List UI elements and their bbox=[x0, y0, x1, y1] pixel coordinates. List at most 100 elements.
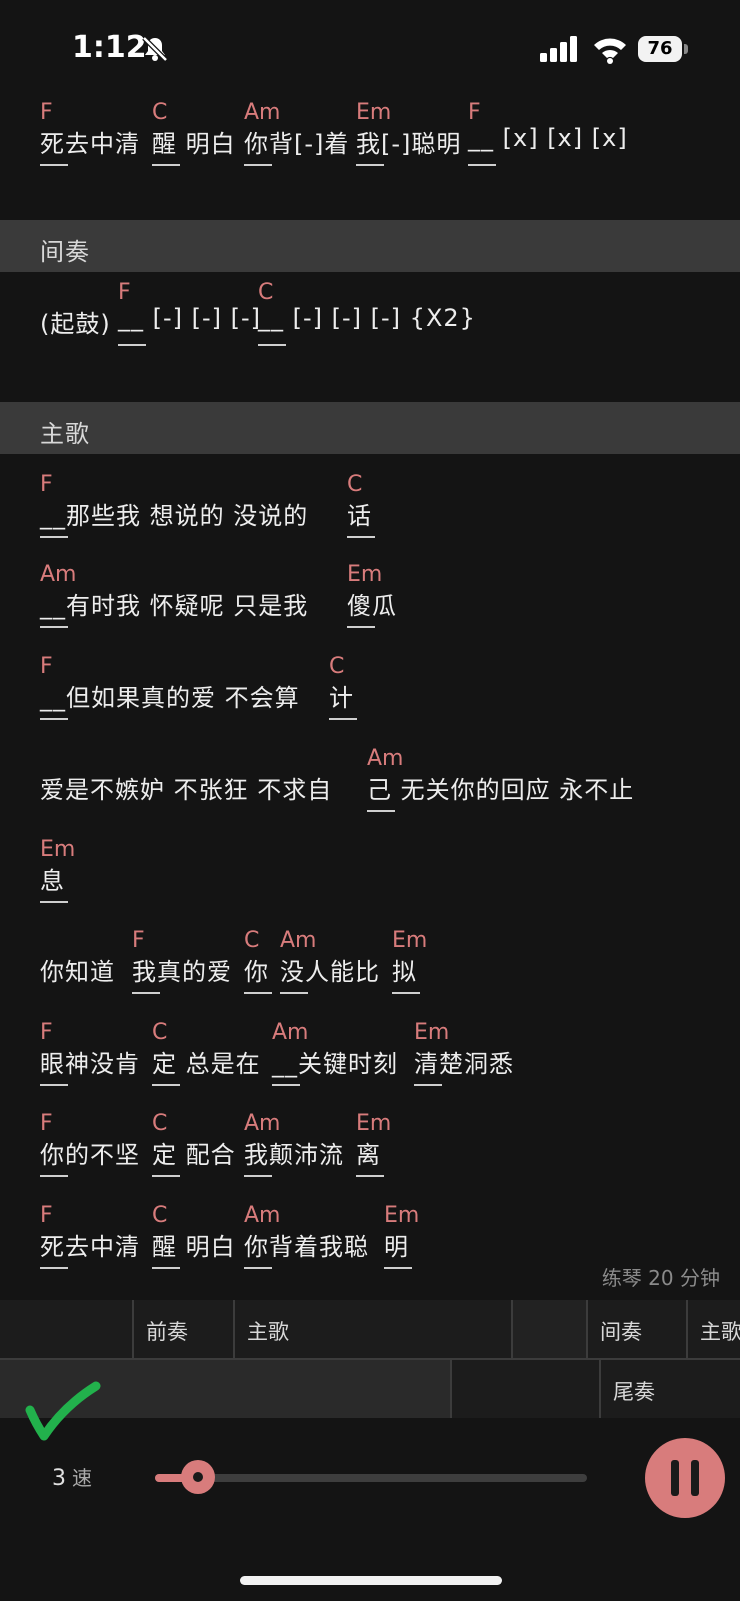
lyric-text: 死去中清 bbox=[40, 130, 140, 158]
lyric-text: __有时我 怀疑呢 只是我 bbox=[40, 592, 309, 620]
timeline-cell[interactable] bbox=[513, 1300, 588, 1358]
section-timeline[interactable]: 前奏 主歌 间奏 主歌 尾奏 bbox=[0, 1300, 740, 1418]
lyric-text: 死去中清 bbox=[40, 1233, 140, 1261]
practice-timer-label: 练琴 20 分钟 bbox=[601, 1266, 720, 1290]
chord-label: F bbox=[40, 100, 53, 125]
lyric-text: 你的不坚 bbox=[40, 1141, 140, 1169]
timeline-cell[interactable] bbox=[452, 1360, 601, 1418]
lyric-line[interactable]: (起鼓) F __ [-] [-] [-] C __ [-] [-] [-] {X2} bbox=[40, 280, 730, 350]
chord-position-underline bbox=[414, 1084, 442, 1086]
chord-position-underline bbox=[152, 1084, 180, 1086]
lyric-line[interactable]: F 眼神没肯 C 定 总是在 Am __关键时刻 Em 清楚洞悉 bbox=[40, 1020, 730, 1090]
section-header[interactable]: 主歌 bbox=[0, 402, 740, 454]
chord-label: Am bbox=[272, 1020, 309, 1045]
lyric-text: 眼神没肯 bbox=[40, 1050, 140, 1078]
chord-label: Am bbox=[244, 100, 281, 125]
chord-position-underline bbox=[356, 164, 384, 166]
chord-label: Am bbox=[367, 746, 404, 771]
checkmark-icon bbox=[25, 1381, 101, 1441]
wifi-icon bbox=[594, 38, 626, 64]
lyric-text: (起鼓) bbox=[40, 310, 111, 338]
lyric-line[interactable]: 你知道 F 我真的爱 C 你 Am 没人能比 Em 拟 bbox=[40, 928, 730, 998]
chord-position-underline bbox=[40, 1175, 68, 1177]
chord-sheet[interactable]: F 死去中清 C 醒 明白 Am 你背[-]着 Em 我[-]聪明 F __ [x] [x] [x… bbox=[0, 100, 740, 1300]
lyric-text: 醒 明白 bbox=[152, 1233, 236, 1261]
speed-slider-track[interactable] bbox=[155, 1474, 587, 1482]
timeline-cell-verse[interactable]: 主歌 bbox=[688, 1300, 740, 1358]
lyric-text: 我真的爱 bbox=[132, 958, 232, 986]
lyric-text: 我颠沛流 bbox=[244, 1141, 344, 1169]
playback-controls bbox=[0, 1420, 740, 1601]
lyric-text: 你知道 bbox=[40, 958, 115, 986]
lyric-line[interactable]: F 死去中清 C 醒 明白 Am 你背[-]着 Em 我[-]聪明 F __ [x] [x] [x… bbox=[40, 100, 730, 170]
chord-label: Am bbox=[40, 562, 77, 587]
chord-position-underline bbox=[132, 992, 160, 994]
chord-label: C bbox=[258, 280, 274, 305]
lyric-text: __但如果真的爱 不会算 bbox=[40, 684, 300, 712]
lyric-text: 话 bbox=[347, 502, 372, 530]
timeline-cell[interactable] bbox=[0, 1300, 134, 1358]
battery-tip bbox=[684, 44, 688, 54]
speed-indicator: 3速 bbox=[52, 1462, 92, 1491]
chord-label: Em bbox=[347, 562, 383, 587]
chord-label: C bbox=[152, 1111, 168, 1136]
chord-label: C bbox=[244, 928, 260, 953]
chord-position-underline bbox=[280, 992, 308, 994]
pause-icon bbox=[671, 1460, 679, 1496]
lyric-text: 我[-]聪明 bbox=[356, 130, 462, 158]
lyric-text: 你背着我聪 bbox=[244, 1233, 369, 1261]
chord-label: F bbox=[40, 1020, 53, 1045]
chord-label: C bbox=[329, 654, 345, 679]
chord-position-underline bbox=[152, 164, 180, 166]
chord-position-underline bbox=[347, 536, 375, 538]
lyric-text: 己 无关你的回应 永不止 bbox=[367, 776, 635, 804]
speed-slider-handle[interactable] bbox=[181, 1460, 216, 1494]
chord-position-underline bbox=[347, 626, 375, 628]
lyric-text: 息 bbox=[40, 867, 65, 895]
chord-label: F bbox=[118, 280, 131, 305]
chord-label: Am bbox=[244, 1111, 281, 1136]
lyric-line[interactable]: F __那些我 想说的 没说的 C话 bbox=[40, 472, 730, 542]
lyric-text: 你背[-]着 bbox=[244, 130, 350, 158]
chord-position-underline bbox=[272, 1084, 300, 1086]
lyric-text: 你 bbox=[244, 958, 269, 986]
pause-button[interactable] bbox=[645, 1438, 725, 1518]
chord-position-underline bbox=[118, 344, 146, 346]
chord-position-underline bbox=[367, 810, 395, 812]
lyric-text: 定 总是在 bbox=[152, 1050, 261, 1078]
lyric-text: 清楚洞悉 bbox=[414, 1050, 514, 1078]
lyric-text: 离 bbox=[356, 1141, 381, 1169]
home-indicator[interactable] bbox=[240, 1576, 502, 1585]
battery-level: 76 bbox=[638, 36, 682, 62]
timeline-cell-verse[interactable]: 主歌 bbox=[235, 1300, 513, 1358]
chord-position-underline bbox=[392, 992, 420, 994]
lyric-line[interactable]: Am __有时我 怀疑呢 只是我 Em 傻瓜 bbox=[40, 562, 730, 632]
timeline-cell-outro[interactable]: 尾奏 bbox=[601, 1360, 740, 1418]
status-bar: 1:12 76 bbox=[0, 0, 740, 100]
chord-label: C bbox=[152, 1020, 168, 1045]
chord-label: Em bbox=[414, 1020, 450, 1045]
chord-position-underline bbox=[244, 992, 272, 994]
chord-position-underline bbox=[468, 164, 496, 166]
chord-label: C bbox=[347, 472, 363, 497]
chord-label: C bbox=[152, 1203, 168, 1228]
section-header-label: 间奏 bbox=[40, 238, 90, 266]
chord-position-underline bbox=[40, 1084, 68, 1086]
lyric-line[interactable]: F __但如果真的爱 不会算 C 计 bbox=[40, 654, 730, 724]
chord-label: F bbox=[40, 472, 53, 497]
lyric-line[interactable]: F 你的不坚 C 定 配合 Am 我颠沛流 Em 离 bbox=[40, 1111, 730, 1181]
timeline-cell-interlude[interactable]: 间奏 bbox=[588, 1300, 688, 1358]
section-header-label: 主歌 bbox=[40, 420, 90, 448]
section-header[interactable]: 间奏 bbox=[0, 220, 740, 272]
chord-position-underline bbox=[152, 1175, 180, 1177]
chord-position-underline bbox=[40, 1267, 68, 1269]
timeline-cell-intro[interactable]: 前奏 bbox=[134, 1300, 235, 1358]
lyric-line[interactable]: 爱是不嫉妒 不张狂 不求自 Am 己 无关你的回应 永不止 bbox=[40, 746, 730, 816]
lyric-text: 定 配合 bbox=[152, 1141, 236, 1169]
speed-unit: 速 bbox=[72, 1466, 92, 1490]
chord-position-underline bbox=[40, 718, 68, 720]
status-time: 1:12 bbox=[72, 30, 147, 65]
lyric-text: 没人能比 bbox=[280, 958, 380, 986]
lyric-line[interactable]: Em 息 bbox=[40, 837, 730, 907]
lyric-text: __关键时刻 bbox=[272, 1050, 398, 1078]
